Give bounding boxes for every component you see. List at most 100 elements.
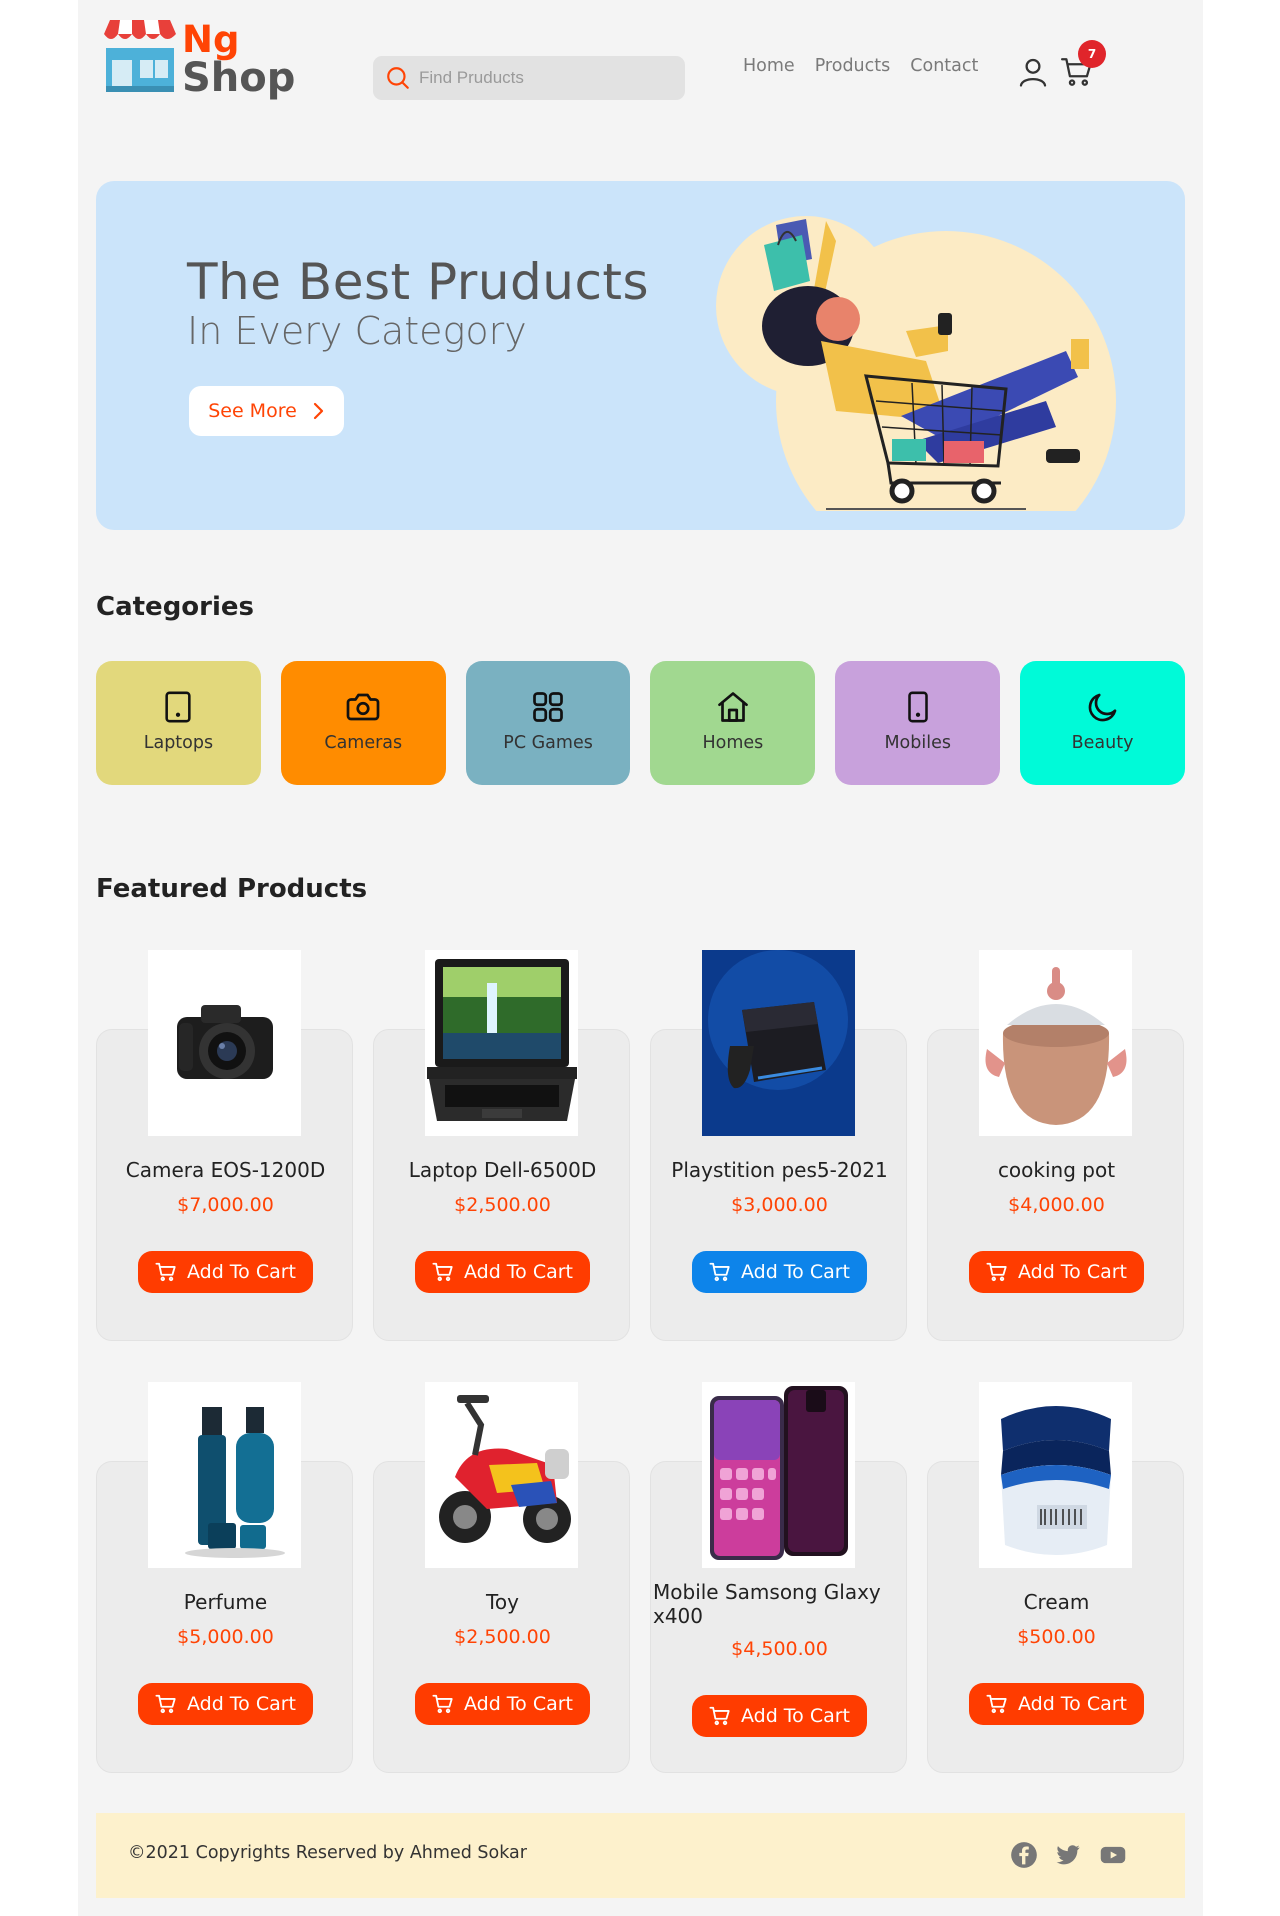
add-to-cart-label: Add To Cart xyxy=(463,1261,574,1283)
laptop-image[interactable] xyxy=(425,950,578,1136)
categories-title: Categories xyxy=(96,592,255,622)
twitter-icon[interactable] xyxy=(1054,1841,1082,1869)
add-to-cart-label: Add To Cart xyxy=(1017,1693,1128,1715)
category-label: Mobiles xyxy=(884,733,951,753)
hero-subtitle: In Every Category xyxy=(187,309,527,353)
cart-icon xyxy=(432,1694,453,1714)
cart-icon xyxy=(986,1694,1007,1714)
product-price: $5,000.00 xyxy=(177,1626,274,1648)
product-price: $4,000.00 xyxy=(1008,1194,1105,1216)
add-to-cart-label: Add To Cart xyxy=(186,1693,297,1715)
category-laptops[interactable]: Laptops xyxy=(96,661,261,785)
cart-icon xyxy=(432,1262,453,1282)
product-card: Playstition pes5-2021 $3,000.00 Add To C… xyxy=(650,950,908,1341)
add-to-cart-button[interactable]: Add To Cart xyxy=(415,1683,590,1725)
category-label: PC Games xyxy=(503,733,593,753)
product-price: $500.00 xyxy=(1017,1626,1096,1648)
product-name[interactable]: Toy xyxy=(374,1590,631,1614)
main-nav: Home Products Contact xyxy=(743,54,978,78)
add-to-cart-label: Add To Cart xyxy=(1017,1261,1128,1283)
hero-title: The Best Pruducts xyxy=(187,253,650,311)
product-name[interactable]: Mobile Samsong Glaxy x400 xyxy=(651,1580,908,1628)
search-bar[interactable] xyxy=(373,56,685,100)
home-icon xyxy=(714,688,752,726)
product-card: Laptop Dell-6500D $2,500.00 Add To Cart xyxy=(373,950,631,1341)
nav-contact-link[interactable]: Contact xyxy=(910,54,978,78)
product-card: Mobile Samsong Glaxy x400 $4,500.00 Add … xyxy=(650,1382,908,1773)
toy-image[interactable] xyxy=(425,1382,578,1568)
product-card: Cream $500.00 Add To Cart xyxy=(927,1382,1185,1773)
category-beauty[interactable]: Beauty xyxy=(1020,661,1185,785)
product-name[interactable]: Perfume xyxy=(97,1590,354,1614)
add-to-cart-button[interactable]: Add To Cart xyxy=(969,1251,1144,1293)
hero-banner: The Best Pruducts In Every Category See … xyxy=(96,181,1185,530)
moon-icon xyxy=(1084,688,1122,726)
logo-text-shop: Shop xyxy=(182,55,296,101)
phone-icon xyxy=(899,688,937,726)
grid-icon xyxy=(529,688,567,726)
footer: ©2021 Copyrights Reserved by Ahmed Sokar xyxy=(96,1813,1185,1898)
perfume-image[interactable] xyxy=(148,1382,301,1568)
category-homes[interactable]: Homes xyxy=(650,661,816,785)
add-to-cart-button[interactable]: Add To Cart xyxy=(692,1695,867,1737)
product-card: cooking pot $4,000.00 Add To Cart xyxy=(927,950,1185,1341)
category-mobiles[interactable]: Mobiles xyxy=(835,661,1001,785)
product-name[interactable]: cooking pot xyxy=(928,1158,1185,1182)
add-to-cart-label: Add To Cart xyxy=(463,1693,574,1715)
category-pc-games[interactable]: PC Games xyxy=(465,661,631,785)
cart-icon xyxy=(709,1262,730,1282)
cart-count-badge: 7 xyxy=(1078,40,1106,68)
logo[interactable]: Ng Shop xyxy=(104,18,295,100)
camera-image[interactable] xyxy=(148,950,301,1136)
camera-icon xyxy=(344,688,382,726)
category-cameras[interactable]: Cameras xyxy=(280,661,446,785)
search-icon xyxy=(387,67,409,89)
tablet-icon xyxy=(159,688,197,726)
category-label: Beauty xyxy=(1071,733,1134,753)
nav-products-link[interactable]: Products xyxy=(815,54,891,78)
shop-logo-icon xyxy=(104,20,176,92)
copyright-text: ©2021 Copyrights Reserved by Ahmed Sokar xyxy=(128,1843,527,1863)
cream-image[interactable] xyxy=(979,1382,1132,1568)
add-to-cart-button[interactable]: Add To Cart xyxy=(969,1683,1144,1725)
product-price: $7,000.00 xyxy=(177,1194,274,1216)
see-more-button[interactable]: See More xyxy=(189,386,344,436)
product-card: Camera EOS-1200D $7,000.00 Add To Cart xyxy=(96,950,354,1341)
cart-icon xyxy=(155,1694,176,1714)
product-name[interactable]: Playstition pes5-2021 xyxy=(651,1158,908,1182)
logo-text-ng: Ng xyxy=(182,18,240,61)
add-to-cart-button[interactable]: Add To Cart xyxy=(138,1251,313,1293)
shopping-illustration xyxy=(716,216,1116,511)
nav-home-link[interactable]: Home xyxy=(743,54,795,78)
product-name[interactable]: Camera EOS-1200D xyxy=(97,1158,354,1182)
categories-list: Laptops Cameras PC Games Homes Mobiles B… xyxy=(96,661,1185,785)
product-card: Perfume $5,000.00 Add To Cart xyxy=(96,1382,354,1773)
search-input[interactable] xyxy=(419,68,669,88)
phone-image[interactable] xyxy=(702,1382,855,1568)
category-label: Homes xyxy=(702,733,764,753)
facebook-icon[interactable] xyxy=(1010,1841,1038,1869)
cart-icon xyxy=(709,1706,730,1726)
featured-title: Featured Products xyxy=(96,874,368,904)
add-to-cart-button[interactable]: Add To Cart xyxy=(415,1251,590,1293)
add-to-cart-label: Add To Cart xyxy=(740,1705,851,1727)
product-name[interactable]: Cream xyxy=(928,1590,1185,1614)
youtube-icon[interactable] xyxy=(1098,1841,1128,1869)
cart-icon xyxy=(986,1262,1007,1282)
product-price: $2,500.00 xyxy=(454,1194,551,1216)
product-price: $2,500.00 xyxy=(454,1626,551,1648)
user-icon[interactable] xyxy=(1016,55,1050,89)
add-to-cart-label: Add To Cart xyxy=(740,1261,851,1283)
product-price: $4,500.00 xyxy=(731,1638,828,1660)
page: Ng Shop Home Products Contact 7 The Best… xyxy=(78,0,1203,1916)
see-more-label: See More xyxy=(208,400,297,422)
cart-icon xyxy=(155,1262,176,1282)
category-label: Laptops xyxy=(143,733,214,753)
pot-image[interactable] xyxy=(979,950,1132,1136)
product-price: $3,000.00 xyxy=(731,1194,828,1216)
console-image[interactable] xyxy=(702,950,855,1136)
product-name[interactable]: Laptop Dell-6500D xyxy=(374,1158,631,1182)
add-to-cart-button[interactable]: Add To Cart xyxy=(692,1251,867,1293)
add-to-cart-button[interactable]: Add To Cart xyxy=(138,1683,313,1725)
product-card: Toy $2,500.00 Add To Cart xyxy=(373,1382,631,1773)
